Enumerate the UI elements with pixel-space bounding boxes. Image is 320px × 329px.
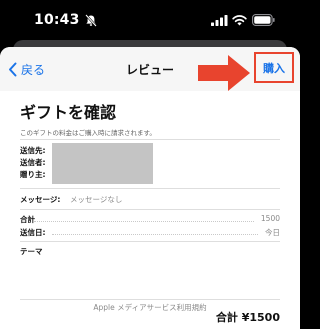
terms-link[interactable]: Apple メディアサービス利用規約 bbox=[0, 302, 300, 313]
review-content: ギフトを確認 このギフトの料金はご購入時に請求されます。 送信先: 送信者: 贈… bbox=[0, 91, 300, 329]
subtotal-label: 合計 bbox=[20, 215, 35, 224]
message-label: メッセージ: bbox=[20, 195, 61, 204]
status-time: 10:43 bbox=[34, 12, 80, 28]
send-date-label: 送信日: bbox=[20, 228, 46, 237]
dot-leader bbox=[52, 234, 258, 235]
nav-bar: 戻る レビュー 購入 bbox=[0, 47, 300, 91]
battery-icon bbox=[252, 14, 275, 26]
theme-label: テーマ bbox=[20, 247, 43, 256]
divider bbox=[20, 299, 280, 300]
buy-label: 購入 bbox=[263, 61, 285, 75]
divider bbox=[20, 188, 280, 189]
divider bbox=[20, 209, 280, 210]
chevron-left-icon bbox=[9, 62, 17, 76]
dot-leader bbox=[34, 221, 254, 222]
divider bbox=[20, 241, 280, 242]
recipient-label: 送信先: bbox=[20, 146, 46, 155]
billing-note: このギフトの料金はご購入時に請求されます。 bbox=[20, 129, 156, 137]
arrow-annotation bbox=[198, 55, 250, 91]
page-title: ギフトを確認 bbox=[20, 103, 117, 122]
message-value: メッセージなし bbox=[70, 195, 123, 204]
review-sheet: 戻る レビュー 購入 ギフトを確認 このギフトの料金はご購入時に請求されます。 … bbox=[0, 47, 300, 329]
signal-icon bbox=[211, 15, 228, 26]
back-label: 戻る bbox=[21, 62, 46, 77]
sender-label: 送信者: bbox=[20, 158, 46, 167]
status-bar: 10:43 bbox=[0, 0, 300, 42]
nav-title: レビュー bbox=[125, 63, 174, 77]
back-button[interactable]: 戻る bbox=[8, 60, 45, 78]
mute-icon bbox=[85, 14, 97, 27]
divider bbox=[20, 139, 280, 140]
buy-button[interactable]: 購入 bbox=[254, 52, 294, 83]
giver-label: 贈り主: bbox=[20, 170, 46, 179]
redacted-block bbox=[52, 143, 153, 184]
send-date-value: 今日 bbox=[265, 228, 280, 237]
wifi-icon bbox=[232, 15, 247, 26]
subtotal-value: 1500 bbox=[260, 214, 280, 223]
